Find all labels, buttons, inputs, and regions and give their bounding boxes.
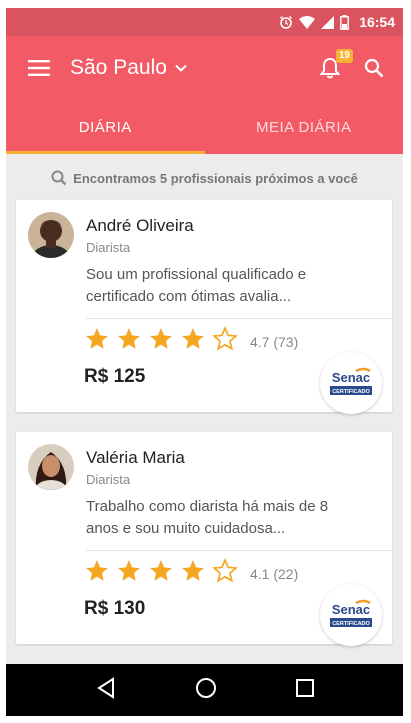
signal-icon	[321, 15, 335, 29]
divider	[86, 318, 392, 319]
app-bar: São Paulo 19	[6, 36, 403, 100]
recents-button[interactable]	[295, 678, 314, 702]
star-outline-icon	[212, 326, 238, 357]
wifi-icon	[299, 15, 316, 29]
back-icon	[96, 676, 114, 699]
star-filled-icon	[180, 326, 206, 357]
star-filled-icon	[180, 558, 206, 589]
recents-icon	[295, 678, 314, 697]
search-button[interactable]	[359, 53, 389, 83]
senac-label: CERTIFICADO	[332, 621, 370, 627]
star-filled-icon	[84, 326, 110, 357]
notifications-button[interactable]: 19	[315, 49, 353, 83]
rating-value: 4.1 (22)	[250, 565, 299, 582]
divider	[86, 550, 392, 551]
chevron-down-icon	[175, 64, 187, 72]
star-filled-icon	[84, 558, 110, 589]
professional-card[interactable]: André Oliveira Diarista Sou um profissio…	[16, 200, 392, 414]
tab-label: MEIA DIÁRIA	[255, 118, 352, 136]
senac-label: CERTIFICADO	[332, 389, 370, 395]
star-filled-icon	[116, 326, 142, 357]
city-selector[interactable]: São Paulo	[70, 56, 187, 80]
professional-role: Diarista	[86, 472, 131, 487]
senac-certified-badge: Senac CERTIFICADO	[320, 584, 382, 646]
avatar	[28, 212, 74, 258]
home-icon	[195, 677, 216, 698]
professional-description: Trabalho como diarista há mais de 8 anos…	[86, 498, 329, 537]
star-rating: 4.1 (22)	[84, 558, 298, 589]
professional-name: Valéria Maria	[86, 448, 185, 467]
star-filled-icon	[116, 558, 142, 589]
tab-meia-diaria[interactable]: MEIA DIÁRIA	[205, 100, 404, 154]
tab-label: DIÁRIA	[78, 118, 132, 136]
search-icon	[51, 170, 67, 186]
star-rating: 4.7 (73)	[84, 326, 298, 357]
phone-screen: 16:54 São Paulo 19 DIÁRIA MEIA DIÁRIA En…	[6, 8, 403, 716]
senac-brand: Senac	[332, 602, 370, 617]
city-label: São Paulo	[70, 56, 167, 79]
professional-name: André Oliveira	[86, 216, 194, 235]
battery-icon	[340, 14, 350, 30]
results-summary-text: Encontramos 5 profissionais próximos a v…	[73, 170, 358, 186]
senac-certified-badge: Senac CERTIFICADO	[320, 352, 382, 414]
home-button[interactable]	[195, 677, 217, 704]
professional-card[interactable]: Valéria Maria Diarista Trabalho como dia…	[16, 432, 392, 646]
price: R$ 125	[84, 366, 146, 387]
search-icon	[364, 58, 384, 78]
rating-value: 4.7 (73)	[250, 333, 299, 350]
tab-diaria[interactable]: DIÁRIA	[6, 100, 205, 154]
price: R$ 130	[84, 598, 146, 619]
star-filled-icon	[148, 558, 174, 589]
avatar	[28, 444, 74, 490]
back-button[interactable]	[96, 676, 116, 704]
status-bar: 16:54	[6, 8, 403, 36]
system-nav-bar	[6, 664, 403, 716]
menu-icon	[28, 60, 50, 76]
menu-button[interactable]	[14, 36, 64, 100]
notification-badge: 19	[335, 49, 353, 63]
professional-description: Sou um profissional qualificado e certif…	[86, 266, 307, 305]
tab-bar: DIÁRIA MEIA DIÁRIA	[6, 100, 403, 154]
professional-role: Diarista	[86, 240, 131, 255]
star-outline-icon	[212, 558, 238, 589]
results-summary: Encontramos 5 profissionais próximos a v…	[6, 160, 403, 196]
alarm-icon	[279, 15, 293, 29]
status-time: 16:54	[359, 14, 395, 30]
senac-brand: Senac	[332, 370, 370, 385]
star-filled-icon	[148, 326, 174, 357]
